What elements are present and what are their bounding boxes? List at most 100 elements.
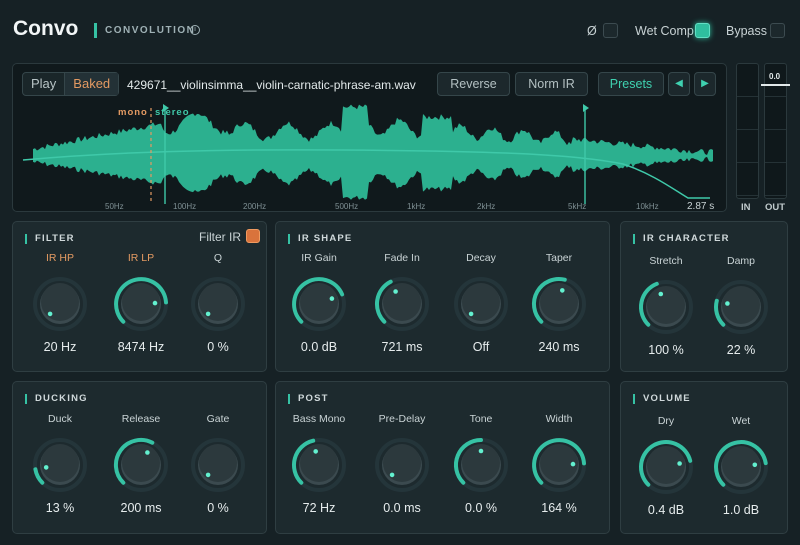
wet-comp-toggle[interactable] bbox=[695, 23, 710, 38]
ir-lp-label: IR LP bbox=[127, 252, 155, 264]
stretch-knob[interactable] bbox=[631, 277, 701, 337]
tone-knob[interactable] bbox=[446, 435, 516, 495]
bass-mono-value: 72 Hz bbox=[302, 501, 336, 515]
stretch-label: Stretch bbox=[649, 255, 683, 267]
damp-value: 22 % bbox=[726, 343, 756, 357]
ir-gain-knob[interactable] bbox=[284, 274, 354, 334]
output-meter-label: OUT bbox=[765, 202, 786, 213]
pre-delay-knob[interactable] bbox=[367, 435, 437, 495]
output-peak-line bbox=[761, 84, 790, 86]
decay-knob[interactable] bbox=[446, 274, 516, 334]
ir-hp-knob[interactable] bbox=[25, 274, 95, 334]
width-knob-group: Width 164 % bbox=[524, 413, 594, 515]
ir-hp-label: IR HP bbox=[45, 252, 74, 264]
filter-panel: FILTER Filter IR IR HP 20 Hz IR LP 8474 Hz Q… bbox=[12, 221, 267, 372]
freq-label: 10kHz bbox=[636, 202, 659, 211]
dry-knob-group: Dry 0.4 dB bbox=[631, 415, 701, 517]
decay-label: Decay bbox=[466, 252, 496, 264]
freq-label: 100Hz bbox=[173, 202, 197, 211]
ir-character-panel-title: IR CHARACTER bbox=[633, 234, 730, 244]
tone-knob-group: Tone 0.0 % bbox=[446, 413, 516, 515]
ir-lp-value: 8474 Hz bbox=[117, 340, 165, 354]
play-baked-toggle[interactable]: Play Baked bbox=[22, 72, 120, 96]
q-knob[interactable] bbox=[183, 274, 253, 334]
ir-gain-knob-group: IR Gain 0.0 dB bbox=[284, 252, 354, 354]
baked-mode-button[interactable]: Baked bbox=[64, 73, 119, 95]
dry-knob[interactable] bbox=[631, 437, 701, 497]
prev-preset-button[interactable]: ◀ bbox=[668, 72, 690, 96]
wet-knob[interactable] bbox=[706, 437, 776, 497]
input-meter-label: IN bbox=[741, 202, 751, 213]
play-mode-button[interactable]: Play bbox=[23, 73, 64, 95]
presets-button[interactable]: Presets bbox=[598, 72, 664, 96]
freq-label: 2kHz bbox=[477, 202, 496, 211]
decay-knob-group: Decay Off bbox=[446, 252, 516, 354]
gate-knob-group: Gate 0 % bbox=[183, 413, 253, 515]
ir-shape-panel-title: IR SHAPE bbox=[288, 234, 352, 244]
dry-value: 0.4 dB bbox=[647, 503, 685, 517]
ir-gain-value: 0.0 dB bbox=[300, 340, 338, 354]
norm-ir-button[interactable]: Norm IR bbox=[515, 72, 588, 96]
app-subtitle: CONVOLUTION bbox=[105, 25, 196, 36]
bass-mono-knob[interactable] bbox=[284, 435, 354, 495]
decay-value: Off bbox=[472, 340, 490, 354]
dry-label: Dry bbox=[657, 415, 675, 427]
bypass-toggle[interactable] bbox=[770, 23, 785, 38]
ir-waveform-display[interactable]: Play Baked 429671__violinsimma__violin-c… bbox=[12, 63, 727, 212]
phase-invert-toggle[interactable] bbox=[603, 23, 618, 38]
bass-mono-label: Bass Mono bbox=[292, 413, 346, 425]
gate-value: 0 % bbox=[207, 501, 229, 515]
fade-in-value: 721 ms bbox=[381, 340, 423, 354]
damp-label: Damp bbox=[726, 255, 755, 267]
stretch-knob-group: Stretch 100 % bbox=[631, 255, 701, 357]
release-knob-group: Release 200 ms bbox=[106, 413, 176, 515]
release-knob[interactable] bbox=[106, 435, 176, 495]
duck-value: 13 % bbox=[45, 501, 75, 515]
tone-label: Tone bbox=[469, 413, 493, 425]
fade-in-label: Fade In bbox=[384, 252, 420, 264]
taper-label: Taper bbox=[545, 252, 573, 264]
ir-shape-panel: IR SHAPE IR Gain 0.0 dB Fade In 721 ms Decay… bbox=[275, 221, 610, 372]
app-title: Convo bbox=[13, 17, 79, 40]
input-meter bbox=[736, 63, 759, 199]
width-value: 164 % bbox=[541, 501, 577, 515]
volume-panel-title: VOLUME bbox=[633, 394, 691, 404]
wet-value: 1.0 dB bbox=[722, 503, 760, 517]
taper-value: 240 ms bbox=[538, 340, 580, 354]
freq-label: 50Hz bbox=[105, 202, 124, 211]
width-label: Width bbox=[545, 413, 573, 425]
release-label: Release bbox=[121, 413, 161, 425]
fade-in-knob[interactable] bbox=[367, 274, 437, 334]
ir-lp-knob[interactable] bbox=[106, 274, 176, 334]
ducking-panel: DUCKING Duck 13 % Release 200 ms Gate 0 % bbox=[12, 381, 267, 534]
release-value: 200 ms bbox=[120, 501, 162, 515]
width-knob[interactable] bbox=[524, 435, 594, 495]
bypass-label: Bypass bbox=[726, 24, 767, 38]
q-value: 0 % bbox=[207, 340, 229, 354]
mono-label: mono bbox=[118, 107, 148, 118]
filter-ir-toggle[interactable] bbox=[246, 229, 260, 243]
pre-delay-knob-group: Pre-Delay 0.0 ms bbox=[367, 413, 437, 515]
freq-label: 1kHz bbox=[407, 202, 426, 211]
ir-file-name: 429671__violinsimma__violin-carnatic-phr… bbox=[127, 78, 416, 92]
info-icon[interactable]: i bbox=[190, 25, 200, 35]
title-divider bbox=[94, 23, 97, 38]
volume-panel: VOLUME Dry 0.4 dB Wet 1.0 dB bbox=[620, 381, 788, 534]
gate-label: Gate bbox=[206, 413, 230, 425]
pre-delay-value: 0.0 ms bbox=[383, 501, 421, 515]
filter-ir-label: Filter IR bbox=[199, 230, 241, 244]
duck-label: Duck bbox=[48, 413, 72, 425]
duck-knob[interactable] bbox=[25, 435, 95, 495]
freq-label: 200Hz bbox=[243, 202, 267, 211]
stereo-label: stereo bbox=[155, 107, 190, 118]
wet-comp-label: Wet Comp bbox=[635, 24, 694, 38]
taper-knob[interactable] bbox=[524, 274, 594, 334]
damp-knob[interactable] bbox=[706, 277, 776, 337]
ir-duration: 2.87 s bbox=[687, 201, 715, 212]
next-preset-button[interactable]: ▶ bbox=[694, 72, 716, 96]
post-panel: POST Bass Mono 72 Hz Pre-Delay 0.0 ms Tone 0.… bbox=[275, 381, 610, 534]
damp-knob-group: Damp 22 % bbox=[706, 255, 776, 357]
reverse-button[interactable]: Reverse bbox=[437, 72, 510, 96]
gate-knob[interactable] bbox=[183, 435, 253, 495]
ir-lp-knob-group: IR LP 8474 Hz bbox=[106, 252, 176, 354]
